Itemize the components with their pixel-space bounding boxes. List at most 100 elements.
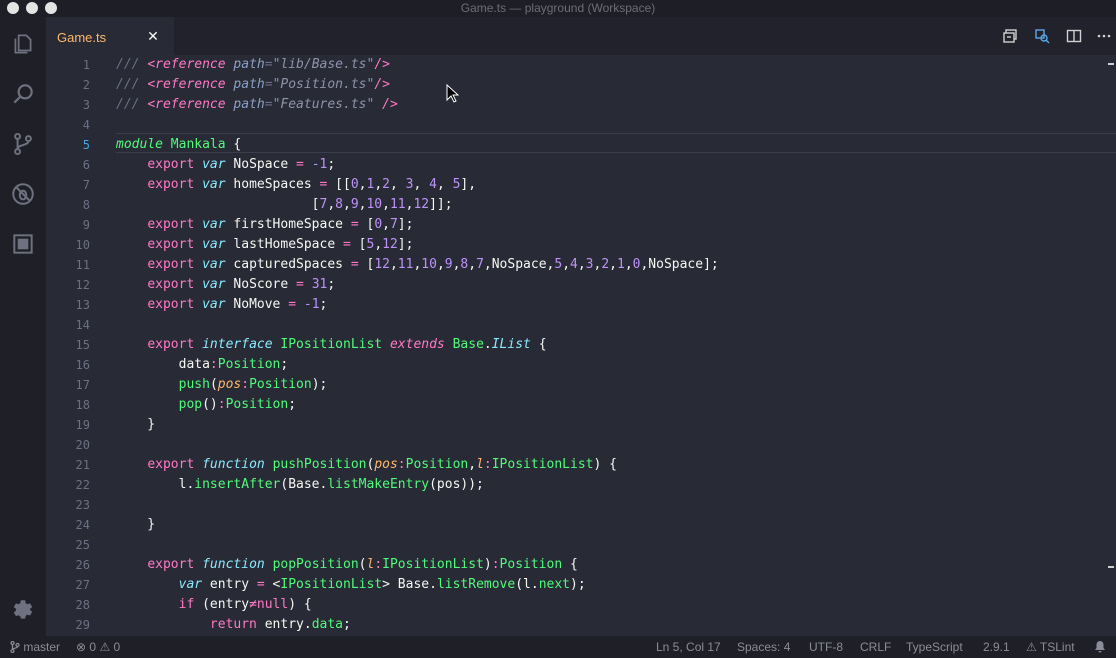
code-token: ,NoSpace]; <box>640 257 719 272</box>
code-token: 10 <box>366 197 383 212</box>
code-token: pushPosition <box>272 457 367 472</box>
preview-icon[interactable] <box>1034 28 1050 44</box>
code-line[interactable]: export var NoSpace = -1; <box>116 155 719 175</box>
code-token: 12 <box>413 197 430 212</box>
code-token: Base <box>452 337 484 352</box>
code-token: entry. <box>256 617 312 632</box>
code-token: export <box>147 277 195 292</box>
code-line[interactable]: /// <reference path="Features.ts" /> <box>116 95 719 115</box>
code-lines[interactable]: /// <reference path="lib/Base.ts"/>/// <… <box>116 55 719 635</box>
warning-icon: ⚠ <box>99 640 111 654</box>
tab-game-ts[interactable]: Game.ts ✕ <box>46 17 174 55</box>
code-line[interactable]: /// <reference path="lib/Base.ts"/> <box>116 55 719 75</box>
code-line[interactable]: export var lastHomeSpace = [5,12]; <box>116 235 719 255</box>
more-icon[interactable] <box>1096 28 1112 44</box>
code-line[interactable]: data:Position; <box>116 355 719 375</box>
code-token: ( <box>209 377 218 392</box>
code-token: [ <box>116 197 320 212</box>
code-editor[interactable]: 1 2 3 4 5 6 7 8 9 10 11 12 13 14 15 16 17 18 19 20 21 22 23 24 2… <box>46 55 1116 636</box>
overview-ruler-mark <box>1108 566 1114 568</box>
code-token: Position <box>249 377 312 392</box>
typescript-version[interactable]: 2.9.1 <box>983 640 1010 654</box>
code-line[interactable]: export var NoScore = 31; <box>116 275 719 295</box>
code-token: } <box>116 517 156 532</box>
code-line[interactable]: return entry.data; <box>116 615 719 635</box>
code-line[interactable]: export var capturedSpaces = [12,11,10,9,… <box>116 255 719 275</box>
line-number: 5 <box>82 138 90 152</box>
code-line[interactable]: push(pos:Position); <box>116 375 719 395</box>
code-token: : <box>374 557 383 572</box>
code-token: homeSpaces <box>225 177 320 192</box>
tab-bar: Game.ts ✕ <box>46 17 1116 55</box>
search-icon[interactable] <box>8 79 38 109</box>
line-number: 14 <box>75 318 90 332</box>
code-token: 4 <box>429 177 437 192</box>
status-bar: master ⊗ 0 ⚠ 0 Ln 5, Col 17 Spaces: 4 UT… <box>0 636 1116 658</box>
extensions-icon[interactable] <box>8 229 38 259</box>
line-number: 21 <box>75 458 90 472</box>
code-line[interactable]: l.insertAfter(Base.listMakeEntry(pos)); <box>116 475 719 495</box>
encoding-setting[interactable]: UTF-8 <box>809 640 843 654</box>
code-line[interactable]: export interface IPositionList extends B… <box>116 335 719 355</box>
code-line[interactable] <box>116 115 719 135</box>
problems-indicator[interactable]: ⊗ 0 ⚠ 0 <box>76 640 120 654</box>
files-icon[interactable] <box>8 29 38 59</box>
code-line[interactable]: export var NoMove = -1; <box>116 295 719 315</box>
code-line[interactable]: /// <reference path="Position.ts"/> <box>116 75 719 95</box>
code-token: = <box>288 297 297 312</box>
debug-icon[interactable] <box>8 179 38 209</box>
code-line[interactable]: if (entry≠null) { <box>116 595 719 615</box>
eol-setting[interactable]: CRLF <box>860 640 891 654</box>
indentation-setting[interactable]: Spaces: 4 <box>737 640 790 654</box>
code-token: , <box>609 257 617 272</box>
code-line[interactable]: [7,8,9,10,11,12]]; <box>116 195 719 215</box>
code-line[interactable]: module Mankala { <box>116 135 719 155</box>
source-control-icon[interactable] <box>8 129 38 159</box>
code-token: function <box>202 457 265 472</box>
close-icon[interactable]: ✕ <box>146 28 160 45</box>
code-line[interactable] <box>116 435 719 455</box>
line-number: 10 <box>75 238 90 252</box>
code-line[interactable]: export function popPosition(l:IPositionL… <box>116 555 719 575</box>
mouse-pointer-icon <box>446 83 460 108</box>
open-changes-icon[interactable] <box>1002 28 1018 44</box>
code-line[interactable] <box>116 535 719 555</box>
code-line[interactable]: export function pushPosition(pos:Positio… <box>116 455 719 475</box>
code-token: , <box>577 257 586 272</box>
code-token: var <box>202 157 226 172</box>
code-line[interactable] <box>116 495 719 515</box>
code-line[interactable]: export var homeSpaces = [[0,1,2, 3, 4, 5… <box>116 175 719 195</box>
language-mode[interactable]: TypeScript <box>906 640 963 654</box>
code-line[interactable]: pop():Position; <box>116 395 719 415</box>
code-token: ]; <box>397 217 414 232</box>
code-token: ]; <box>397 237 414 252</box>
line-number: 19 <box>75 418 90 432</box>
code-token: } <box>116 417 156 432</box>
code-token: <reference <box>147 57 226 72</box>
code-line[interactable]: } <box>116 515 719 535</box>
linter-status[interactable]: ⚠ TSLint <box>1026 640 1075 654</box>
code-token: export <box>147 297 195 312</box>
code-token: ; <box>280 357 289 372</box>
code-line[interactable]: export var firstHomeSpace = [0,7]; <box>116 215 719 235</box>
code-line[interactable]: var entry = <IPositionList> Base.listRem… <box>116 575 719 595</box>
line-number: 13 <box>75 298 90 312</box>
code-token: module <box>116 137 163 152</box>
code-line[interactable]: } <box>116 415 719 435</box>
split-editor-icon[interactable] <box>1066 28 1082 44</box>
code-token: : <box>209 357 218 372</box>
gear-icon[interactable] <box>8 595 38 625</box>
branch-indicator[interactable]: master <box>10 640 60 654</box>
notifications-icon[interactable] <box>1094 640 1106 654</box>
line-number: 9 <box>82 218 90 232</box>
code-token: path <box>233 57 265 72</box>
cursor-position[interactable]: Ln 5, Col 17 <box>656 640 721 654</box>
code-line[interactable] <box>116 315 719 335</box>
